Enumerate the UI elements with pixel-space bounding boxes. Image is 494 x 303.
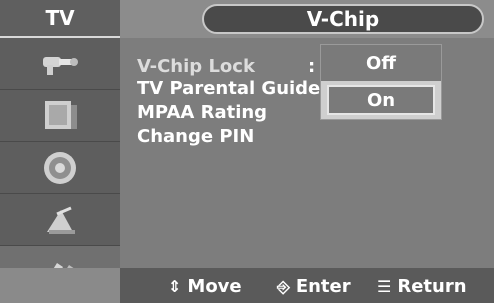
sidebar-item-picture[interactable] [0,90,120,142]
hint-move-label: Move [187,276,242,297]
picture-icon [45,100,77,129]
vchip-lock-dropdown[interactable]: Off On [320,44,442,120]
up-down-arrows-icon: ⇕ [168,277,182,296]
menu-item-tv-parental-guidelines[interactable]: TV Parental Guideli [137,78,333,99]
hint-return-label: Return [397,276,467,297]
sidebar-item-sound[interactable] [0,142,120,194]
section-title: TV [0,0,120,38]
sidebar [0,38,120,303]
option-on[interactable]: On [327,85,435,115]
channel-icon [47,206,75,234]
menu-title: V-Chip [202,4,484,34]
enter-icon: ⎆ [277,276,290,296]
menu-icon: ☰ [377,277,392,296]
sidebar-item-input[interactable] [0,38,120,90]
option-colon: : [308,56,316,77]
hint-return: ☰ Return [377,276,467,297]
header-bar: TV V-Chip [0,0,494,38]
sound-icon [44,151,76,184]
sidebar-item-channel[interactable] [0,194,120,246]
hint-enter: ⎆ Enter [277,276,351,297]
hint-move: ⇕ Move [168,276,242,297]
hint-enter-label: Enter [295,276,351,297]
menu-item-mpaa-rating[interactable]: MPAA Rating [137,102,267,123]
option-off[interactable]: Off [321,45,441,81]
menu-item-change-pin[interactable]: Change PIN [137,126,254,147]
input-icon [43,56,78,75]
menu-item-vchip-lock[interactable]: V-Chip Lock [137,56,255,77]
